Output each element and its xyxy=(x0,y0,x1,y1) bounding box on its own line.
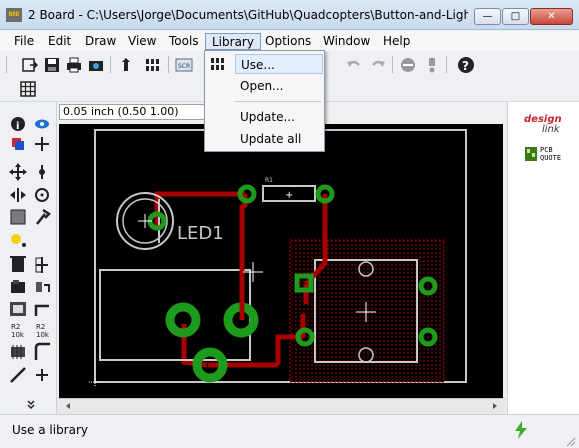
design-link-logo[interactable]: design link xyxy=(524,114,572,138)
resistor-value: + xyxy=(285,190,293,201)
resize-grip-icon[interactable] xyxy=(566,437,576,447)
svg-text:10k: 10k xyxy=(36,331,50,339)
app-icon: BRD xyxy=(6,8,22,22)
more-icon[interactable] xyxy=(27,400,35,410)
split-icon[interactable] xyxy=(34,304,49,316)
help-icon[interactable]: ? xyxy=(456,55,476,75)
svg-text:SCR: SCR xyxy=(178,63,190,70)
resistor-label: R1 xyxy=(265,177,273,184)
cam-icon[interactable] xyxy=(86,55,106,75)
svg-text:R2: R2 xyxy=(36,323,45,331)
component-pad xyxy=(165,302,201,338)
mark-icon[interactable] xyxy=(35,137,49,151)
show-icon[interactable] xyxy=(35,119,49,129)
group-icon[interactable] xyxy=(10,209,26,225)
layers-icon[interactable] xyxy=(12,138,24,150)
library-dropdown: Use... Open... Update... Update all xyxy=(204,50,325,152)
menu-separator xyxy=(235,101,321,102)
button-keepout-area xyxy=(289,239,445,383)
pcb-quote-button[interactable]: PCB QUOTE xyxy=(524,146,564,164)
library-icon[interactable] xyxy=(144,55,164,75)
library-update-all-item[interactable]: Update all xyxy=(235,129,321,149)
svg-text:R2: R2 xyxy=(11,323,20,331)
route-icon[interactable] xyxy=(34,342,50,360)
minimize-button[interactable]: — xyxy=(474,8,501,25)
undo-icon[interactable] xyxy=(344,55,364,75)
toolbar-separator xyxy=(446,56,447,73)
toolbar-separator xyxy=(110,56,111,73)
library-open-item[interactable]: Open... xyxy=(235,76,321,96)
command-palette: i R2 10k R2 10k xyxy=(0,102,57,414)
horizontal-scrollbar[interactable] xyxy=(57,398,506,414)
library-use-item[interactable]: Use... xyxy=(235,54,323,74)
save-icon[interactable] xyxy=(42,55,62,75)
menu-library[interactable]: Library xyxy=(205,33,261,50)
ripup-icon[interactable] xyxy=(10,367,26,383)
grid-icon[interactable] xyxy=(18,79,38,99)
scroll-left-icon[interactable] xyxy=(66,403,70,409)
pcb-text: PCB xyxy=(540,146,553,154)
polygon-icon[interactable] xyxy=(36,369,48,381)
print-icon[interactable] xyxy=(64,55,84,75)
led-label: LED1 xyxy=(177,223,224,244)
change-icon[interactable] xyxy=(36,208,51,225)
go-icon[interactable] xyxy=(422,55,442,75)
value-icon[interactable]: R210k xyxy=(36,323,50,339)
menu-bar: File Edit Draw View Tools Library Option… xyxy=(0,31,579,51)
window-title: 2 Board - C:\Users\Jorge\Documents\GitHu… xyxy=(28,8,468,22)
design-link-panel: design link PCB QUOTE xyxy=(507,102,579,414)
paste-area-icon[interactable] xyxy=(10,302,26,316)
info-icon[interactable]: i xyxy=(11,117,25,132)
rotate-icon[interactable] xyxy=(35,188,49,202)
smash-icon[interactable] xyxy=(36,282,50,292)
move-icon[interactable] xyxy=(9,163,27,181)
menu-view[interactable]: View xyxy=(122,33,162,50)
miter-icon[interactable] xyxy=(11,345,25,359)
copy-icon[interactable] xyxy=(39,165,45,179)
menu-help[interactable]: Help xyxy=(377,33,416,50)
close-button[interactable]: ✕ xyxy=(530,8,573,25)
menu-file[interactable]: File xyxy=(8,33,40,50)
lightning-icon[interactable] xyxy=(514,421,528,439)
delete-icon[interactable] xyxy=(10,256,26,272)
pcb-icon xyxy=(525,147,537,161)
menu-tools[interactable]: Tools xyxy=(163,33,205,50)
stop-icon[interactable] xyxy=(398,55,418,75)
title-bar: BRD 2 Board - C:\Users\Jorge\Documents\G… xyxy=(0,0,579,30)
redo-icon[interactable] xyxy=(368,55,388,75)
svg-text:i: i xyxy=(16,121,19,132)
menu-edit[interactable]: Edit xyxy=(42,33,77,50)
script-icon[interactable]: SCR xyxy=(174,55,194,75)
status-bar: Use a library xyxy=(0,414,579,448)
lock-icon[interactable] xyxy=(11,280,25,293)
paste-icon[interactable] xyxy=(11,234,26,247)
toolbar-separator xyxy=(168,56,169,73)
menu-window[interactable]: Window xyxy=(317,33,376,50)
board-canvas[interactable]: LED1 R1 + xyxy=(59,124,503,398)
crosshair xyxy=(243,262,263,282)
svg-text:10k: 10k xyxy=(11,331,25,339)
export-icon[interactable] xyxy=(116,55,136,75)
scroll-right-icon[interactable] xyxy=(493,403,497,409)
menu-options[interactable]: Options xyxy=(259,33,317,50)
link-text: link xyxy=(542,124,560,135)
grid-coordinate-field[interactable]: 0.05 inch (0.50 1.00) xyxy=(59,104,225,120)
svg-text:?: ? xyxy=(462,59,469,73)
menu-draw[interactable]: Draw xyxy=(79,33,122,50)
toolbar-separator xyxy=(6,56,7,73)
toolbar-separator xyxy=(392,56,393,73)
maximize-button[interactable]: □ xyxy=(502,8,529,25)
library-update-item[interactable]: Update... xyxy=(235,107,321,127)
quote-text: QUOTE xyxy=(540,154,562,162)
mirror-icon[interactable] xyxy=(10,188,26,202)
open-icon[interactable] xyxy=(20,55,40,75)
library-icon xyxy=(210,57,228,71)
add-icon[interactable] xyxy=(35,257,48,273)
status-message: Use a library xyxy=(12,423,89,437)
name-icon[interactable]: R210k xyxy=(11,323,25,339)
